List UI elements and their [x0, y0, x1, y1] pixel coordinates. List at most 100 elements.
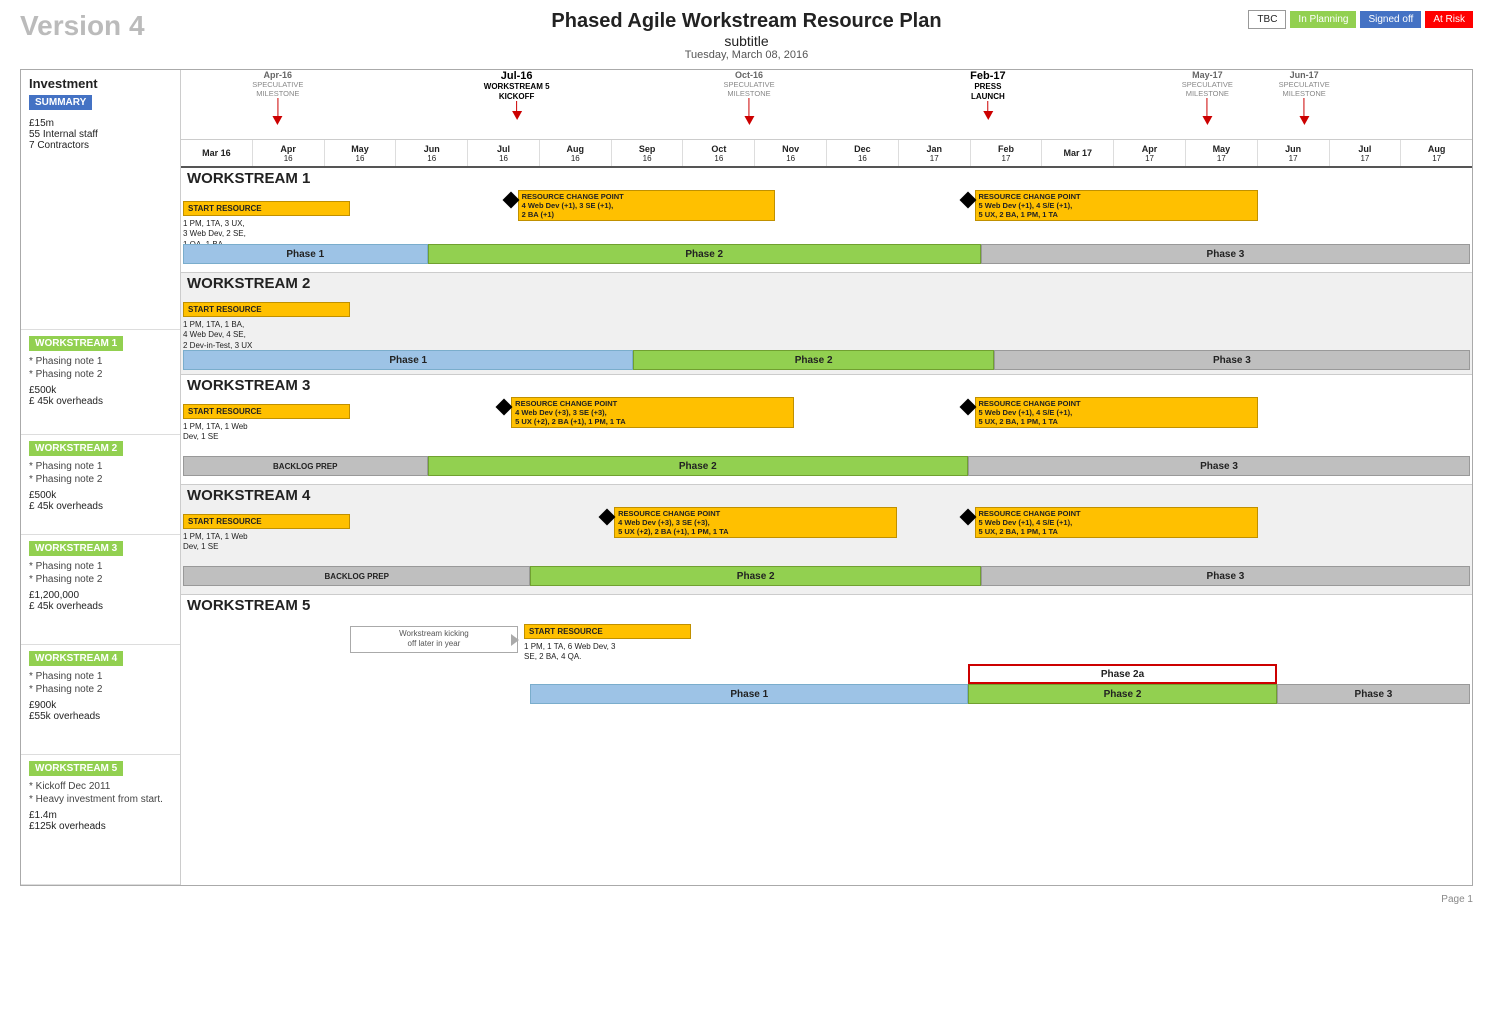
ws5-label: WORKSTREAM 5: [29, 761, 123, 776]
month-dec16: Dec16: [827, 140, 899, 166]
month-may17: May17: [1186, 140, 1258, 166]
ws2-gantt: START RESOURCE 1 PM, 1TA, 1 BA,4 Web Dev…: [183, 294, 1470, 374]
milestone-may17: May-17 SPECULATIVEMILESTONE: [1182, 70, 1233, 125]
ws1-row: WORKSTREAM 1 START RESOURCE 1 PM, 1TA, 3…: [181, 168, 1472, 273]
ws3-rcp2: RESOURCE CHANGE POINT5 Web Dev (+1), 4 S…: [975, 397, 1258, 428]
ws5-gantt: Workstream kickingoff later in year STAR…: [183, 616, 1470, 726]
ws3-diamond1: [498, 401, 510, 413]
ws5-note: Workstream kickingoff later in year: [350, 626, 517, 653]
ws5-phase2a: Phase 2a: [968, 664, 1277, 684]
ws1-start-resource: START RESOURCE: [183, 201, 350, 216]
timeline-milestones: Apr-16 SPECULATIVEMILESTONE Jul-16 WORKS…: [181, 70, 1472, 140]
ws4-backlog: BACKLOG PREP: [183, 566, 530, 586]
ws2-row: WORKSTREAM 2 START RESOURCE 1 PM, 1TA, 1…: [181, 273, 1472, 375]
milestone-apr16: Apr-16 SPECULATIVEMILESTONE: [252, 70, 303, 125]
legend-tbc: TBC: [1248, 10, 1286, 29]
ws4-resource-text: 1 PM, 1TA, 1 WebDev, 1 SE: [183, 532, 248, 553]
ws1-diamond2: [962, 194, 974, 206]
ws3-phase3: Phase 3: [968, 456, 1470, 476]
ws1-cost: £500k£ 45k overheads: [29, 385, 172, 407]
month-mar16: Mar 16: [181, 140, 253, 166]
sidebar-ws4: WORKSTREAM 4 * Phasing note 1* Phasing n…: [21, 645, 180, 755]
month-apr16: Apr16: [253, 140, 325, 166]
ws5-phase1: Phase 1: [530, 684, 968, 704]
ws2-resource-text: 1 PM, 1TA, 1 BA,4 Web Dev, 4 SE,2 Dev-in…: [183, 320, 252, 351]
ws4-rcp1: RESOURCE CHANGE POINT4 Web Dev (+3), 3 S…: [614, 507, 897, 538]
ws4-label: WORKSTREAM 4: [29, 651, 123, 666]
ws5-note-arrow: [511, 634, 519, 646]
month-headers: Mar 16 Apr16 May16 Jun16 Jul16 Aug16 Sep…: [181, 140, 1472, 168]
sidebar-ws1: WORKSTREAM 1 * Phasing note 1* Phasing n…: [21, 330, 180, 435]
ws2-title: WORKSTREAM 2: [181, 273, 1472, 294]
month-nov16: Nov16: [755, 140, 827, 166]
sidebar-ws3: WORKSTREAM 3 * Phasing note 1* Phasing n…: [21, 535, 180, 645]
ws5-notes: * Kickoff Dec 2011* Heavy investment fro…: [29, 780, 172, 806]
ws3-rcp1: RESOURCE CHANGE POINT4 Web Dev (+3), 3 S…: [511, 397, 794, 428]
subtitle: subtitle: [20, 33, 1473, 49]
ws1-rcp2: RESOURCE CHANGE POINT5 Web Dev (+1), 4 S…: [975, 190, 1258, 221]
milestone-feb17: Feb-17 PRESSLAUNCH: [970, 70, 1005, 120]
version-label: Version 4: [20, 10, 145, 42]
month-jul16: Jul16: [468, 140, 540, 166]
month-oct16: Oct16: [683, 140, 755, 166]
ws1-phase2: Phase 2: [428, 244, 981, 264]
header: Version 4 Phased Agile Workstream Resour…: [20, 10, 1473, 61]
ws2-label: WORKSTREAM 2: [29, 441, 123, 456]
ws1-phase3: Phase 3: [981, 244, 1470, 264]
month-jul17: Jul17: [1330, 140, 1402, 166]
ws1-rcp1: RESOURCE CHANGE POINT4 Web Dev (+1), 3 S…: [518, 190, 775, 221]
ws1-diamond1: [505, 194, 517, 206]
ws4-phase2: Phase 2: [530, 566, 980, 586]
ws3-gantt: START RESOURCE 1 PM, 1TA, 1 WebDev, 1 SE…: [183, 396, 1470, 484]
ws4-notes: * Phasing note 1* Phasing note 2: [29, 670, 172, 696]
date: Tuesday, March 08, 2016: [20, 49, 1473, 61]
investment-title: Investment: [29, 76, 172, 91]
sidebar: Investment SUMMARY £15m55 Internal staff…: [21, 70, 181, 885]
ws3-resource-text: 1 PM, 1TA, 1 WebDev, 1 SE: [183, 422, 248, 443]
ws3-row: WORKSTREAM 3 START RESOURCE 1 PM, 1TA, 1…: [181, 375, 1472, 485]
ws3-cost: £1,200,000£ 45k overheads: [29, 590, 172, 612]
ws3-notes: * Phasing note 1* Phasing note 2: [29, 560, 172, 586]
page-number: Page 1: [1441, 894, 1473, 905]
sidebar-ws5: WORKSTREAM 5 * Kickoff Dec 2011* Heavy i…: [21, 755, 180, 885]
ws3-title: WORKSTREAM 3: [181, 375, 1472, 396]
ws5-resource-text: 1 PM, 1 TA, 6 Web Dev, 3SE, 2 BA, 4 QA.: [524, 642, 615, 663]
ws5-phase3: Phase 3: [1277, 684, 1470, 704]
month-sep16: Sep16: [612, 140, 684, 166]
month-aug17: Aug17: [1401, 140, 1472, 166]
ws4-rcp2: RESOURCE CHANGE POINT5 Web Dev (+1), 4 S…: [975, 507, 1258, 538]
ws2-phase3: Phase 3: [994, 350, 1470, 370]
ws1-title: WORKSTREAM 1: [181, 168, 1472, 189]
month-aug16: Aug16: [540, 140, 612, 166]
ws2-cost: £500k£ 45k overheads: [29, 490, 172, 512]
milestone-jul16: Jul-16 WORKSTREAM 5KICKOFF: [484, 70, 550, 120]
ws4-cost: £900k£55k overheads: [29, 700, 172, 722]
ws4-start-resource: START RESOURCE: [183, 514, 350, 529]
ws5-cost: £1.4m£125k overheads: [29, 810, 172, 832]
ws5-start-resource: START RESOURCE: [524, 624, 691, 639]
ws3-phase2: Phase 2: [428, 456, 969, 476]
ws4-row: WORKSTREAM 4 START RESOURCE 1 PM, 1TA, 1…: [181, 485, 1472, 595]
ws1-gantt: START RESOURCE 1 PM, 1TA, 3 UX,3 Web Dev…: [183, 189, 1470, 269]
footer: Page 1: [20, 894, 1473, 905]
gantt-area: Apr-16 SPECULATIVEMILESTONE Jul-16 WORKS…: [181, 70, 1472, 885]
ws2-phase2: Phase 2: [633, 350, 993, 370]
month-mar17: Mar 17: [1042, 140, 1114, 166]
summary-cost: £15m55 Internal staff7 Contractors: [29, 118, 172, 151]
legend-signed-off: Signed off: [1360, 11, 1421, 28]
ws2-phase1: Phase 1: [183, 350, 633, 370]
month-may16: May16: [325, 140, 397, 166]
ws3-backlog: BACKLOG PREP: [183, 456, 428, 476]
ws1-notes: * Phasing note 1* Phasing note 2: [29, 355, 172, 381]
summary-label: SUMMARY: [29, 95, 92, 110]
ws3-label: WORKSTREAM 3: [29, 541, 123, 556]
legend-at-risk: At Risk: [1425, 11, 1473, 28]
legend: TBC In Planning Signed off At Risk: [1248, 10, 1473, 29]
ws1-phase1: Phase 1: [183, 244, 428, 264]
ws4-phase3: Phase 3: [981, 566, 1470, 586]
month-jan17: Jan17: [899, 140, 971, 166]
month-apr17: Apr17: [1114, 140, 1186, 166]
legend-in-planning: In Planning: [1290, 11, 1356, 28]
ws4-title: WORKSTREAM 4: [181, 485, 1472, 506]
page: Version 4 Phased Agile Workstream Resour…: [0, 0, 1493, 1029]
